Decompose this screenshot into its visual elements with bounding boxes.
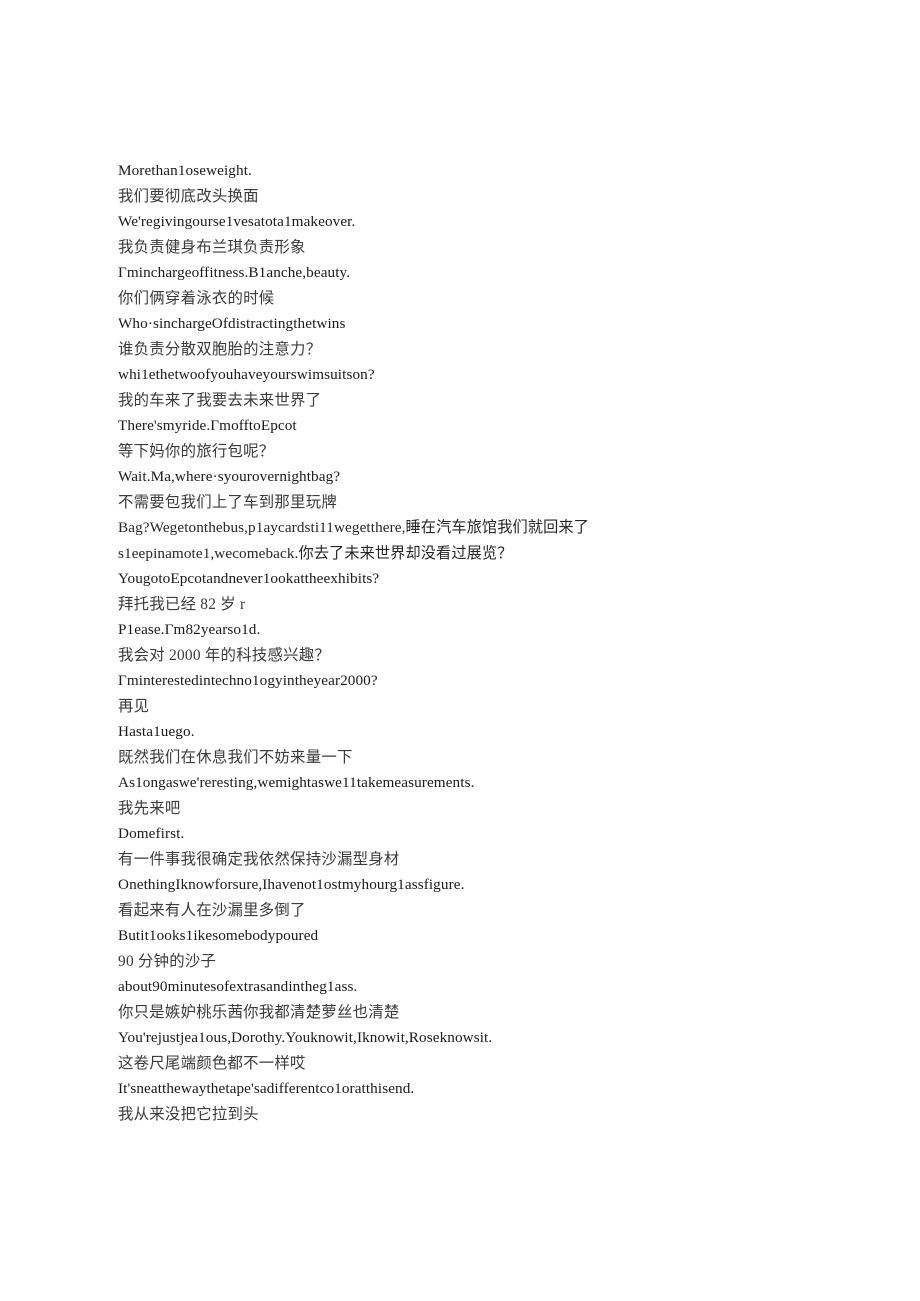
transcript-line: Wait.Ma,where·syourovernightbag?: [118, 468, 341, 485]
transcript-line: whi1ethetwoofyouhaveyourswimsuitson?: [118, 366, 375, 383]
transcript-line: 等下妈你的旅行包呢？: [118, 442, 275, 460]
transcript-line: Domefirst.: [118, 825, 185, 842]
transcript-line: 不需要包我们上了车到那里玩牌: [118, 493, 337, 511]
transcript-line: 谁负责分散双胞胎的注意力？: [118, 340, 322, 358]
transcript-line: 既然我们在休息我们不妨来量一下: [118, 748, 353, 766]
transcript-line: As1ongaswe'reresting,wemightaswe11takeme…: [118, 774, 475, 791]
transcript-line: about90minutesofextrasandintheg1ass.: [118, 978, 358, 995]
transcript-line: 90 分钟的沙子: [118, 952, 217, 970]
transcript-line: We'regivingourse1vesatota1makeover.: [118, 213, 356, 230]
transcript-line: P1ease.Γm82yearso1d.: [118, 621, 261, 638]
transcript-line: Who·sinchargeOfdistractingthetwins: [118, 315, 346, 332]
transcript-line: 我先来吧: [118, 799, 181, 817]
transcript-line: 我的车来了我要去未来世界了: [118, 391, 322, 409]
transcript-line: Hasta1uego.: [118, 723, 195, 740]
transcript-line: 我们要彻底改头换面: [118, 187, 259, 205]
transcript-line: Γminterestedintechno1ogyintheyear2000?: [118, 672, 378, 689]
transcript-line: 有一件事我很确定我依然保持沙漏型身材: [118, 850, 400, 868]
transcript-line: 我会对 2000 年的科技感兴趣？: [118, 646, 331, 664]
transcript-line: 我负责健身布兰琪负责形象: [118, 238, 306, 256]
transcript-line: 你只是嫉妒桃乐茜你我都清楚萝丝也清楚: [118, 1003, 400, 1021]
transcript-line: 再见: [118, 697, 150, 715]
transcript-line: YougotoEpcotandnever1ookattheexhibits?: [118, 570, 380, 587]
transcript-line: Bag?Wegetonthebus,p1aycardsti11wegetther…: [118, 519, 589, 536]
transcript-line: It'sneatthewaythetape'sadifferentco1orat…: [118, 1080, 415, 1097]
transcript-line: OnethingIknowforsure,Ihavenot1ostmyhourg…: [118, 876, 465, 893]
transcript-line: 看起来有人在沙漏里多倒了: [118, 901, 306, 919]
transcript-line: s1eepinamote1,wecomeback.你去了未来世界却没看过展览？: [118, 544, 513, 562]
transcript-line: 这卷尺尾端颜色都不一样哎: [118, 1054, 306, 1072]
transcript-line: There'smyride.ΓmofftoEpcot: [118, 417, 297, 434]
transcript-line: Γminchargeoffitness.B1anche,beauty.: [118, 264, 351, 281]
transcript-line: 我从来没把它拉到头: [118, 1105, 259, 1123]
transcript-line: Butit1ooks1ikesomebodypoured: [118, 927, 319, 944]
transcript-line: 你们俩穿着泳衣的时候: [118, 289, 275, 307]
transcript-line: You'rejustjea1ous,Dorothy.Youknowit,Ikno…: [118, 1029, 493, 1046]
transcript-line: Morethan1oseweight.: [118, 162, 252, 179]
transcript-line: 拜托我已经 82 岁 r: [118, 595, 246, 613]
transcript-text-block: Morethan1oseweight. 我们要彻底改头换面 We'regivin…: [118, 158, 818, 1127]
document-page: Morethan1oseweight. 我们要彻底改头换面 We'regivin…: [0, 0, 920, 1301]
